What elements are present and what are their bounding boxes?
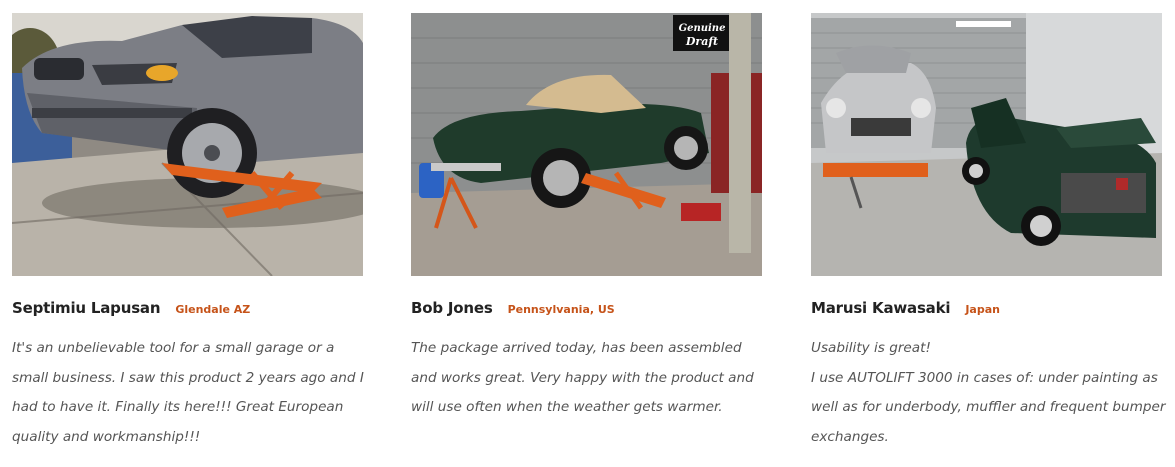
customer-name: Bob Jones	[411, 299, 493, 317]
quote-line: exchanges.	[811, 428, 889, 445]
testimonial-quote: Usability is great! I use AUTOLIFT 3000 …	[811, 334, 1166, 452]
sign-line-draft: Draft	[685, 35, 718, 48]
customer-name: Septimiu Lapusan	[12, 299, 161, 317]
testimonial-quote: The package arrived today, has been asse…	[411, 334, 762, 423]
testimonial-photo-garage-lifts	[811, 13, 1162, 276]
quote-line: well as for underbody, muffler and frequ…	[811, 399, 1166, 415]
testimonial-header: Bob Jones Pennsylvania, US	[411, 299, 762, 321]
quote-line: and works great. Very happy with the pro…	[411, 369, 754, 386]
quote-line: Usability is great!	[811, 340, 931, 356]
quote-line: quality and workmanship!!!	[12, 428, 201, 445]
customer-location: Japan	[965, 303, 1000, 316]
quote-line: small business. I saw this product 2 yea…	[12, 369, 364, 386]
testimonial-header: Marusi Kawasaki Japan	[811, 299, 1162, 321]
testimonial-header: Septimiu Lapusan Glendale AZ	[12, 299, 363, 321]
quote-line: will use often when the weather gets war…	[411, 399, 723, 415]
customer-name: Marusi Kawasaki	[811, 299, 951, 317]
quote-line: The package arrived today, has been asse…	[411, 340, 742, 356]
customer-location: Pennsylvania, US	[507, 303, 615, 316]
testimonial-photo-mg-on-lift: Genuine Draft	[411, 13, 762, 276]
testimonial-quote: It's an unbelievable tool for a small ga…	[12, 334, 364, 452]
testimonial-photo-bmw-on-lift	[12, 13, 363, 276]
testimonial-card: Marusi Kawasaki Japan Usability is great…	[811, 13, 1166, 452]
quote-line: I use AUTOLIFT 3000 in cases of: under p…	[811, 369, 1158, 386]
quote-line: It's an unbelievable tool for a small ga…	[12, 340, 335, 356]
customer-location: Glendale AZ	[175, 303, 251, 316]
sign-line-genuine: Genuine	[679, 23, 726, 34]
testimonial-card: Genuine Draft Bob Jones Pennsylvania, US…	[411, 13, 762, 423]
quote-line: had to have it. Finally its here!!! Grea…	[12, 399, 344, 415]
testimonial-card: Septimiu Lapusan Glendale AZ It's an unb…	[12, 13, 364, 452]
